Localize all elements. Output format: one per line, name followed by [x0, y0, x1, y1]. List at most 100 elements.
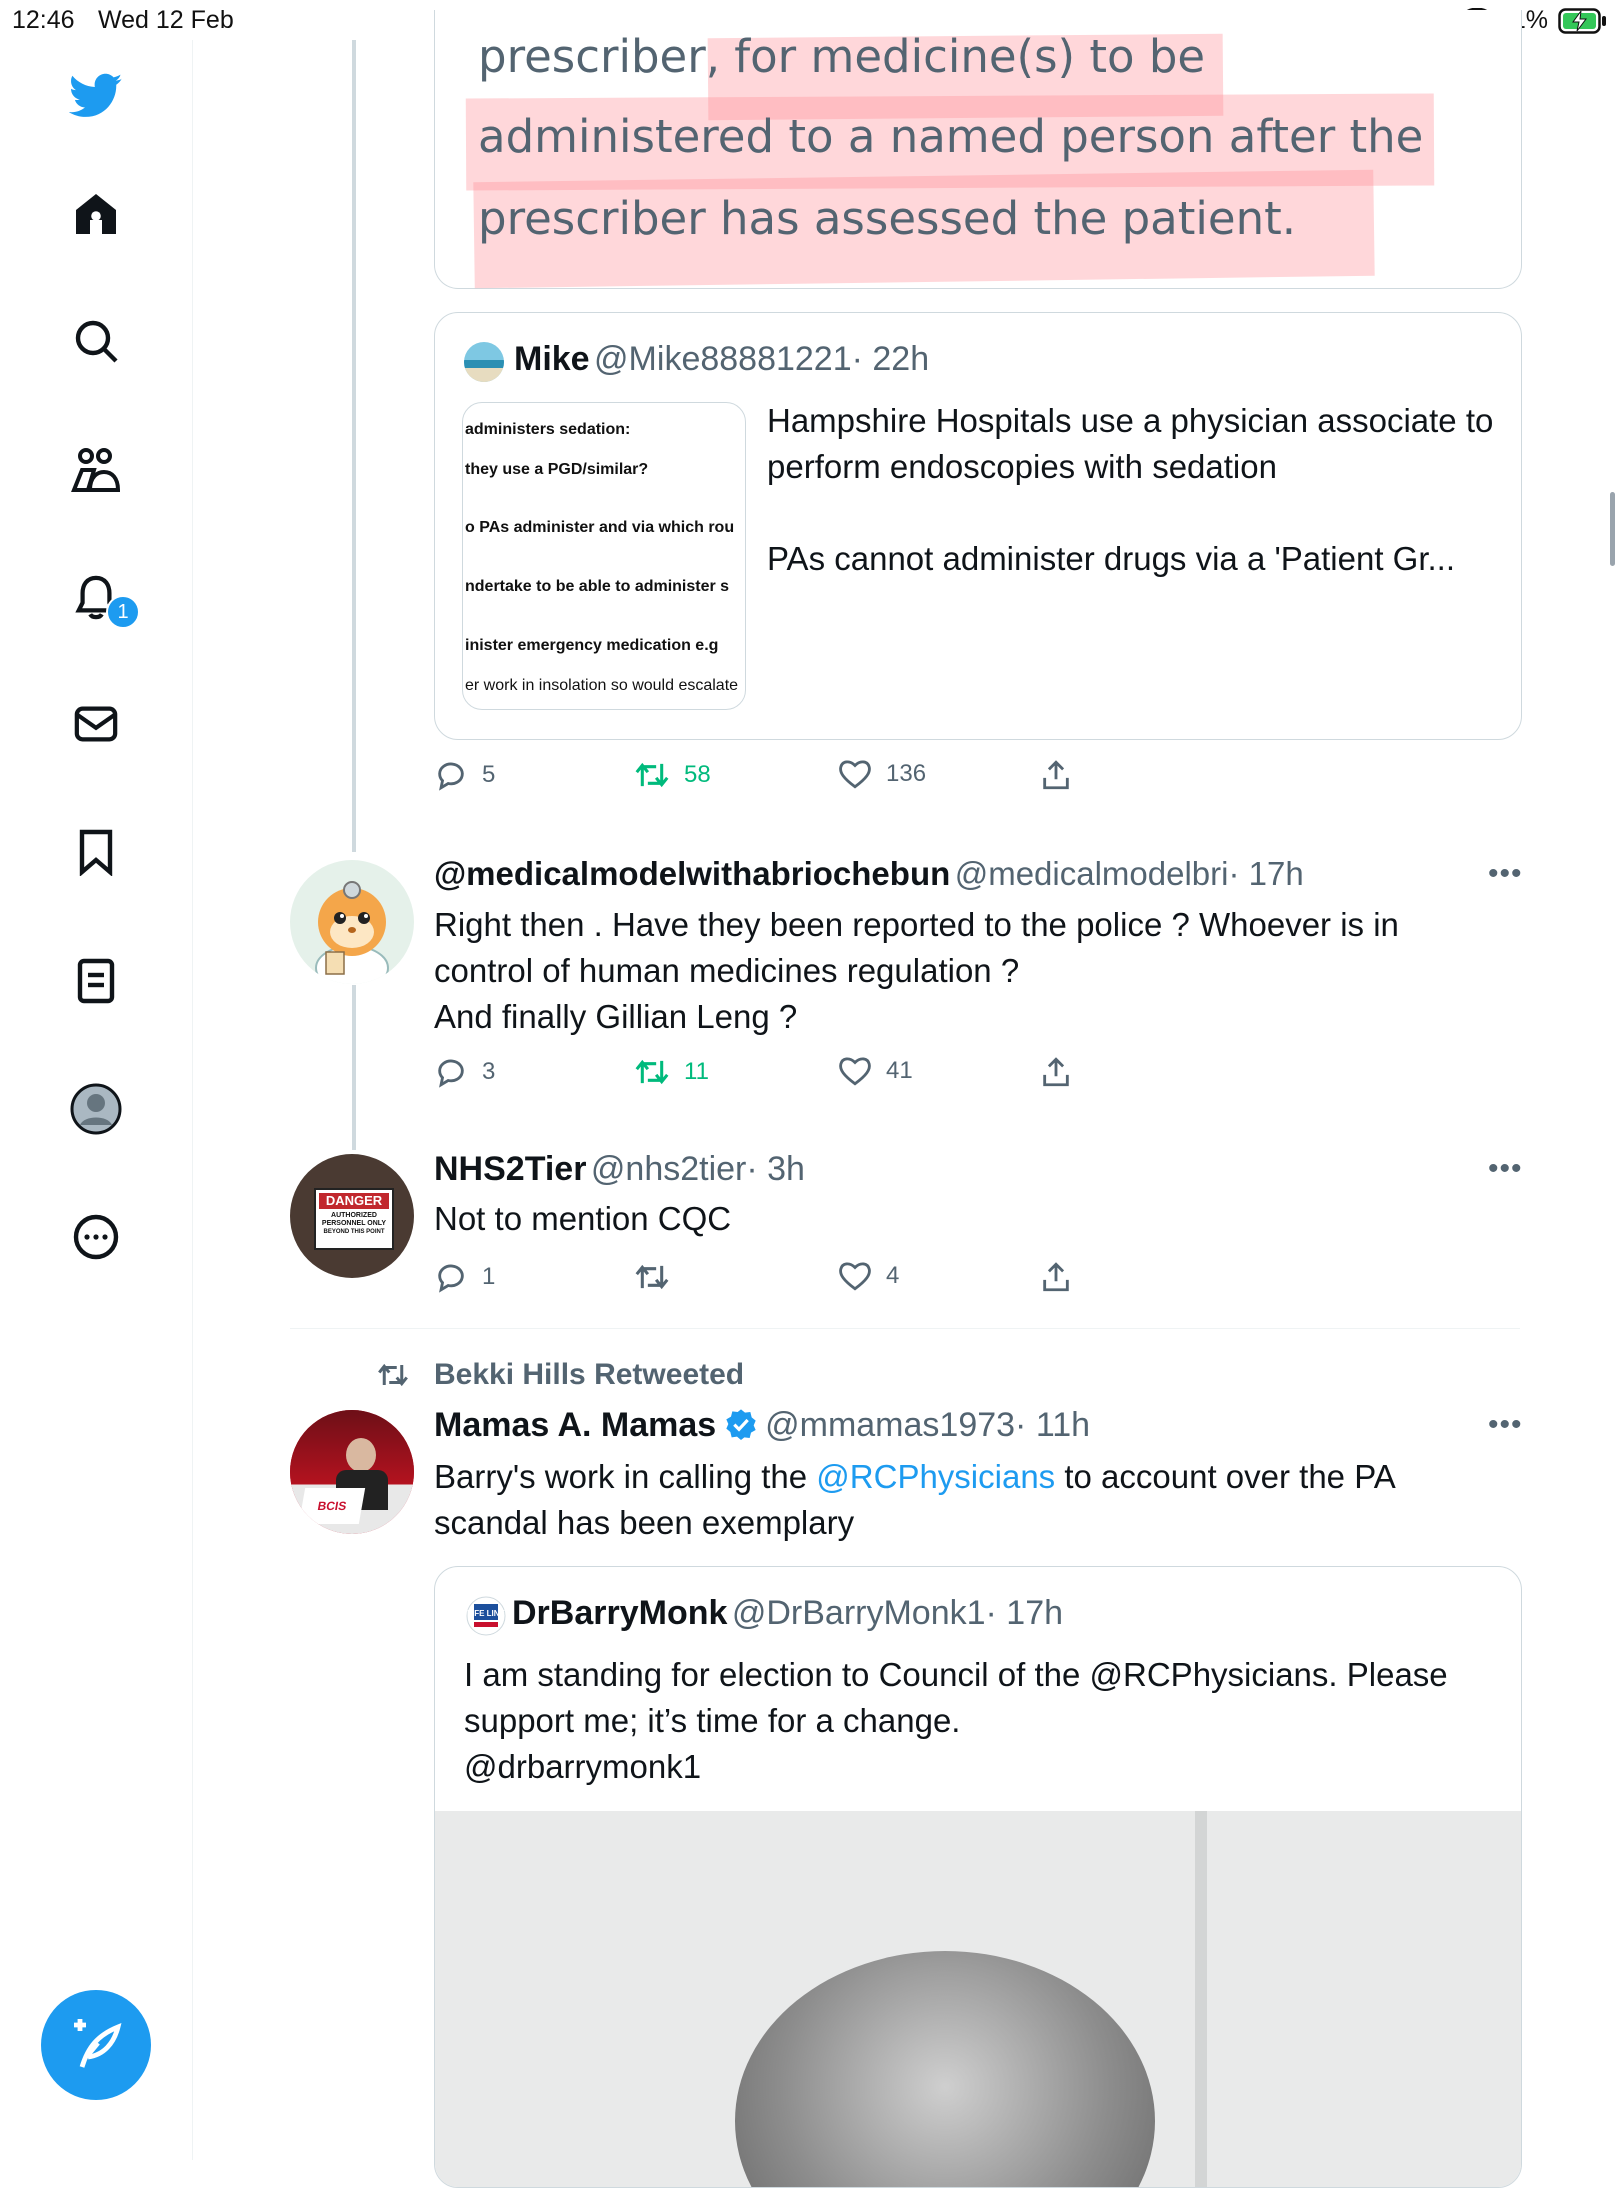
tweet-text-line: Barry's work in calling the @RCPhysician… [434, 1454, 1396, 1500]
tweet-more-icon[interactable]: ••• [1488, 1408, 1523, 1442]
retweet-button[interactable]: 11 [634, 1055, 709, 1089]
retweet-button[interactable]: 58 [634, 758, 711, 792]
danger-sign: DANGER AUTHORIZED PERSONNEL ONLY BEYOND … [314, 1188, 394, 1250]
photo-hair [735, 1951, 1155, 2187]
tweet-text: Barry's work in calling the [434, 1458, 817, 1495]
thread-line [352, 40, 356, 852]
compose-feather-icon [74, 2019, 122, 2068]
author-avatar[interactable]: DANGER AUTHORIZED PERSONNEL ONLY BEYOND … [290, 1154, 414, 1278]
scrollbar-thumb[interactable] [1610, 492, 1615, 566]
quoted-author-handle[interactable]: @DrBarryMonk1 [732, 1594, 986, 1632]
messages-envelope-icon[interactable] [66, 694, 126, 754]
snippet-line: ndertake to be able to administer s [465, 578, 730, 595]
lists-icon[interactable] [66, 951, 126, 1011]
compose-tweet-button[interactable] [41, 1990, 151, 2100]
retweet-count: 11 [684, 1058, 709, 1085]
quoted-photo[interactable] [435, 1811, 1521, 2187]
author-handle[interactable]: @medicalmodelbri [955, 855, 1229, 892]
tweet-text-line: scandal has been exemplary [434, 1504, 855, 1541]
quoted-tweet-time[interactable]: · 17h [986, 1594, 1064, 1632]
share-button[interactable] [1040, 758, 1072, 792]
retweet-count: 58 [684, 761, 711, 788]
quoted-tweet-text-line: support me; it’s time for a change. [464, 1702, 961, 1739]
communities-icon[interactable] [66, 440, 126, 500]
tweet-text-line: Right then . Have they been reported to … [434, 906, 1399, 943]
retweet-button[interactable] [634, 1260, 670, 1294]
image-text-line: administered to a named person after the [478, 110, 1424, 163]
tweet-time[interactable]: · 3h [746, 1150, 805, 1188]
reply-count: 1 [482, 1263, 496, 1290]
status-time: 12:46 [12, 6, 75, 34]
avatar-lifeline-text: LIFE LINE [467, 1609, 505, 1618]
reply-icon [438, 762, 464, 791]
sign-line: BEYOND THIS POINT [323, 1229, 385, 1235]
like-button[interactable]: 41 [838, 1055, 913, 1087]
quoted-tweet-text: PAs cannot administer drugs via a 'Patie… [767, 540, 1456, 577]
home-icon[interactable] [66, 184, 126, 244]
reply-icon [438, 1264, 464, 1293]
reply-button[interactable]: 1 [434, 1260, 495, 1294]
quoted-author-name[interactable]: DrBarryMonk [512, 1594, 727, 1632]
snippet-line: inister emergency medication e.g [465, 637, 719, 654]
bookmarks-icon[interactable] [66, 822, 126, 882]
share-button[interactable] [1040, 1055, 1072, 1089]
tweet-time[interactable]: · 11h [1015, 1406, 1090, 1444]
author-name[interactable]: @medicalmodelwithabriochebun [434, 855, 950, 892]
share-button[interactable] [1040, 1260, 1072, 1294]
share-icon [1043, 760, 1069, 790]
share-icon [1043, 1262, 1069, 1292]
reply-button[interactable]: 5 [434, 758, 495, 792]
more-options-icon[interactable] [66, 1207, 126, 1267]
tweet-time[interactable]: · 17h [1228, 855, 1303, 892]
author-name[interactable]: NHS2Tier [434, 1150, 586, 1188]
mention-link[interactable]: @RCPhysicians [816, 1458, 1055, 1495]
quoted-tweet-time[interactable]: · 22h [852, 340, 930, 378]
sign-line: AUTHORIZED [331, 1212, 377, 1219]
verified-badge-icon [725, 1409, 756, 1440]
quoted-author-handle[interactable]: @Mike88881221 [594, 340, 852, 378]
profile-avatar-icon[interactable] [66, 1079, 126, 1139]
author-name[interactable]: Mamas A. Mamas [434, 1406, 716, 1444]
like-count: 136 [886, 760, 927, 787]
tweet-divider [290, 1328, 1520, 1329]
hamster-doctor-avatar [315, 881, 389, 984]
status-date: Wed 12 Feb [98, 6, 234, 34]
share-icon [1043, 1057, 1069, 1087]
heart-icon [839, 760, 871, 789]
retweet-icon [635, 1264, 669, 1290]
sign-title: DANGER [319, 1193, 389, 1209]
snippet-line: administers sedation: [465, 421, 631, 438]
retweet-icon [635, 762, 669, 788]
tweet-more-icon[interactable]: ••• [1488, 857, 1523, 891]
photo-wall-edge [1195, 1811, 1207, 2187]
tweet-text: Not to mention CQC [434, 1200, 732, 1237]
retweeted-by-label[interactable]: Bekki Hills Retweeted [434, 1358, 744, 1392]
notifications-badge: 1 [106, 595, 140, 629]
avatar-person-head [346, 1438, 376, 1472]
podium-label: BCIS [298, 1488, 366, 1524]
reply-icon [438, 1059, 464, 1088]
reply-count: 5 [482, 761, 496, 788]
author-handle[interactable]: @mmamas1973 [765, 1406, 1015, 1444]
heart-icon [839, 1262, 871, 1291]
retweet-icon [635, 1059, 669, 1085]
tweet-text-line: And finally Gillian Leng ? [434, 998, 798, 1035]
image-text-line: prescriber, for medicine(s) to be [478, 30, 1206, 83]
author-avatar[interactable] [290, 860, 414, 984]
tweet-text-line: control of human medicines regulation ? [434, 952, 1020, 989]
author-handle[interactable]: @nhs2tier [591, 1150, 746, 1188]
tweet-more-icon[interactable]: ••• [1488, 1152, 1523, 1186]
like-count: 41 [886, 1057, 913, 1084]
quoted-author-name[interactable]: Mike [514, 340, 590, 378]
like-button[interactable]: 4 [838, 1260, 899, 1292]
retweeted-icon [378, 1363, 408, 1387]
twitter-logo-icon[interactable] [66, 66, 126, 126]
snippet-line: they use a PGD/similar? [465, 461, 649, 478]
author-avatar[interactable]: BCIS [290, 1410, 414, 1534]
search-icon[interactable] [66, 311, 126, 371]
quoted-tweet-text-line: I am standing for election to Council of… [464, 1656, 1448, 1693]
quoted-media-thumbnail[interactable]: administers sedation: they use a PGD/sim… [462, 402, 746, 710]
reply-button[interactable]: 3 [434, 1055, 495, 1089]
barry-avatar: LIFE LINE [466, 1596, 506, 1636]
like-button[interactable]: 136 [838, 758, 926, 790]
